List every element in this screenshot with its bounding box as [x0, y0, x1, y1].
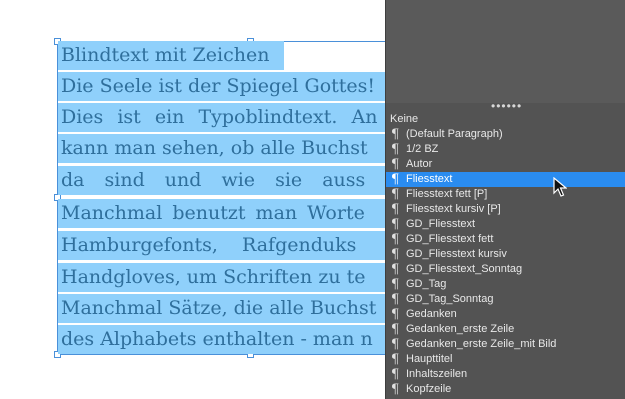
text-line[interactable]: Dies ist ein Typoblindtext. An — [58, 103, 385, 132]
text-line[interactable]: Manchmal Sätze, die alle Buchst — [58, 294, 385, 323]
paragraph-style-item[interactable]: ¶ (Default Paragraph) — [386, 127, 625, 142]
text-line[interactable]: da sind und wie sie auss — [58, 166, 385, 195]
paragraph-style-item[interactable]: ¶ Kopfzeile — [386, 382, 625, 397]
mouse-pointer-icon — [553, 177, 567, 197]
text-line[interactable]: kann man sehen, ob alle Buchst — [58, 134, 385, 163]
pilcrow-icon: ¶ — [391, 352, 400, 367]
paragraph-style-item[interactable]: ¶ GD_Fliesstext_Sonntag — [386, 262, 625, 277]
pilcrow-icon: ¶ — [391, 187, 400, 202]
paragraph-style-label: Fliesstext — [406, 173, 453, 185]
pilcrow-icon: ¶ — [391, 127, 400, 142]
pilcrow-icon: ¶ — [391, 217, 400, 232]
paragraph-style-item[interactable]: Keine — [386, 112, 625, 127]
pilcrow-icon: ¶ — [391, 277, 400, 292]
pilcrow-icon: ¶ — [391, 307, 400, 322]
panel-resize-grip[interactable]: •••••• — [491, 100, 523, 112]
text-line[interactable]: Die Seele ist der Spiegel Gottes! — [58, 72, 385, 101]
pilcrow-icon: ¶ — [391, 232, 400, 247]
paragraph-style-label: Keine — [390, 113, 419, 125]
pilcrow-icon: ¶ — [391, 142, 400, 157]
pilcrow-icon: ¶ — [391, 337, 400, 352]
pilcrow-icon: ¶ — [391, 247, 400, 262]
text-line[interactable]: Hamburgefonts, Rafgenduks — [58, 231, 385, 260]
paragraph-style-label: GD_Fliesstext fett — [406, 233, 494, 245]
paragraph-style-item[interactable]: ¶ GD_Tag_Sonntag — [386, 292, 625, 307]
pilcrow-icon: ¶ — [391, 367, 400, 382]
paragraph-style-label: Kopfzeile — [406, 383, 452, 395]
paragraph-style-item[interactable]: ¶ Inhaltszeilen — [386, 367, 625, 382]
text-line[interactable]: des Alphabets enthalten - man n — [58, 325, 385, 354]
text-line[interactable]: Manchmal benutzt man Worte — [58, 199, 385, 228]
paragraph-style-label: Gedanken — [406, 308, 457, 320]
pilcrow-icon: ¶ — [391, 172, 400, 187]
paragraph-style-label: Gedanken_erste Zeile_mit Bild — [406, 338, 557, 350]
paragraph-style-label: Fliesstext fett [P] — [406, 188, 488, 200]
paragraph-style-item[interactable]: ¶ Fliesstext fett [P] — [386, 187, 625, 202]
paragraph-style-item[interactable]: ¶ Fliesstext — [386, 172, 625, 187]
paragraph-styles-panel: •••••• Keine ¶ (Default Paragraph) ¶ 1/2 BZ ¶… — [385, 0, 625, 399]
paragraph-style-label: Inhaltszeilen — [406, 368, 468, 380]
pilcrow-icon: ¶ — [391, 382, 400, 397]
paragraph-style-label: (Default Paragraph) — [406, 128, 503, 140]
pilcrow-icon: ¶ — [391, 157, 400, 172]
paragraph-style-item[interactable]: ¶ Haupttitel — [386, 352, 625, 367]
paragraph-style-item[interactable]: ¶ GD_Fliesstext fett — [386, 232, 625, 247]
paragraph-style-label: GD_Fliesstext_Sonntag — [406, 263, 523, 275]
panel-header-area — [386, 0, 625, 103]
paragraph-style-item[interactable]: ¶ Autor — [386, 157, 625, 172]
paragraph-style-item[interactable]: ¶ Gedanken_erste Zeile_mit Bild — [386, 337, 625, 352]
paragraph-style-item[interactable]: ¶ GD_Fliesstext kursiv — [386, 247, 625, 262]
paragraph-style-item[interactable]: ¶ GD_Tag — [386, 277, 625, 292]
paragraph-style-label: Fliesstext kursiv [P] — [406, 203, 501, 215]
paragraph-style-label: Gedanken_erste Zeile — [406, 323, 515, 335]
paragraph-style-label: GD_Tag — [406, 278, 447, 290]
paragraph-style-item[interactable]: ¶ 1/2 BZ — [386, 142, 625, 157]
paragraph-style-label: GD_Fliesstext kursiv — [406, 248, 507, 260]
text-line[interactable]: Blindtext mit Zeichen — [58, 41, 284, 70]
pilcrow-icon: ¶ — [391, 292, 400, 307]
pilcrow-icon: ¶ — [391, 322, 400, 337]
paragraph-style-item[interactable]: ¶ Gedanken — [386, 307, 625, 322]
pilcrow-icon: ¶ — [391, 202, 400, 217]
paragraph-style-label: 1/2 BZ — [406, 143, 439, 155]
pilcrow-icon: ¶ — [391, 262, 400, 277]
text-line[interactable]: Handgloves, um Schriften zu te — [58, 263, 385, 292]
paragraph-style-label: GD_Fliesstext — [406, 218, 476, 230]
paragraph-style-label: Autor — [406, 158, 433, 170]
paragraph-style-item[interactable]: ¶ Gedanken_erste Zeile — [386, 322, 625, 337]
paragraph-style-item[interactable]: ¶ Fliesstext kursiv [P] — [386, 202, 625, 217]
paragraph-style-list: Keine ¶ (Default Paragraph) ¶ 1/2 BZ ¶ Autor ¶ F… — [386, 112, 625, 397]
paragraph-style-item[interactable]: ¶ GD_Fliesstext — [386, 217, 625, 232]
paragraph-style-label: Haupttitel — [406, 353, 453, 365]
paragraph-style-label: GD_Tag_Sonntag — [406, 293, 494, 305]
